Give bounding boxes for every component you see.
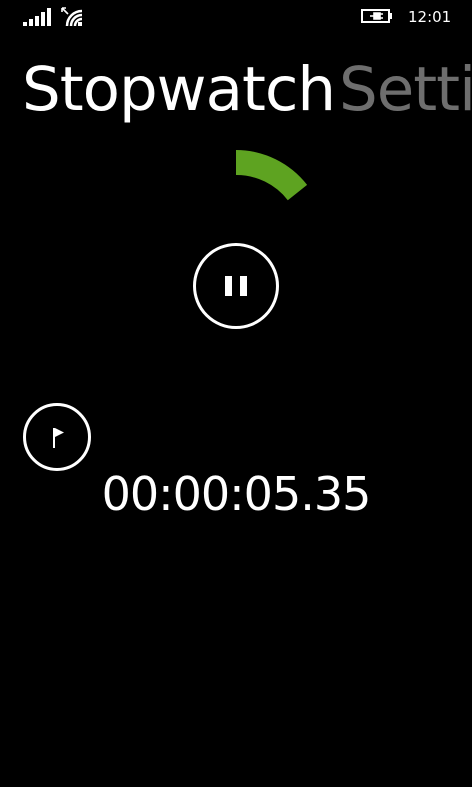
wifi-icon [61, 7, 83, 27]
elapsed-time: 00:00:05.35 [101, 467, 372, 521]
progress-arc-segment [236, 150, 308, 201]
flag-icon [53, 428, 64, 448]
pause-icon [225, 276, 247, 296]
pause-button[interactable] [193, 243, 279, 329]
clock-time: 12:01 [408, 8, 452, 26]
signal-strength-icon [23, 8, 51, 26]
lap-button[interactable] [23, 403, 91, 471]
pivot-item-settings[interactable]: Settin [339, 52, 472, 128]
battery-charging-icon [361, 9, 392, 23]
status-bar: 12:01 [0, 0, 472, 36]
